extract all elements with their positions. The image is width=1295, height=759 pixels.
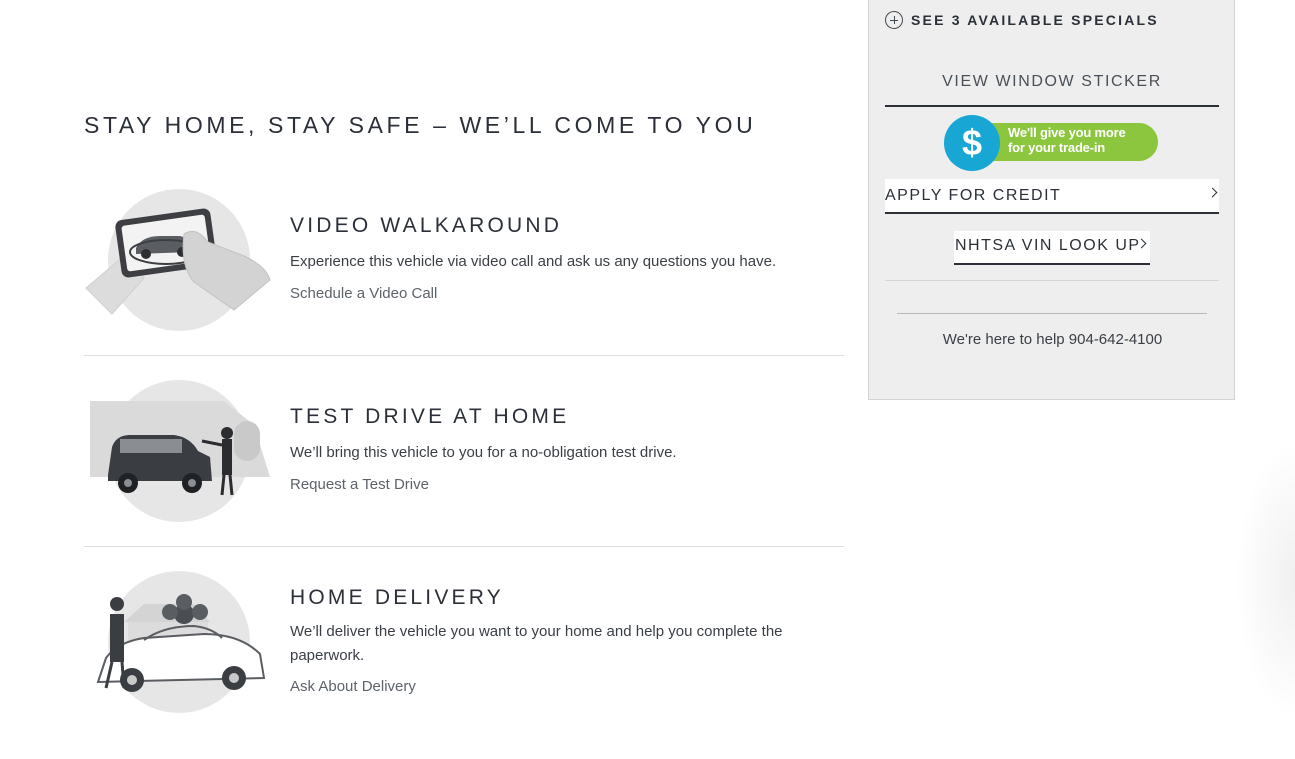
feature-title: HOME DELIVERY	[290, 586, 504, 609]
edge-shadow	[1235, 440, 1295, 720]
feature-description: Experience this vehicle via video call a…	[290, 253, 777, 270]
help-phone-text: We're here to help 904-642-4100	[942, 331, 1163, 348]
request-test-drive-link[interactable]: Request a Test Drive	[290, 476, 429, 493]
dollar-icon: $	[944, 115, 1000, 171]
divider	[84, 546, 844, 547]
divider	[897, 313, 1207, 314]
feature-description: We’ll deliver the vehicle you want to yo…	[290, 623, 783, 664]
divider	[885, 280, 1219, 281]
feature-test-drive: TEST DRIVE AT HOME We’ll bring this vehi…	[84, 377, 844, 527]
trade-in-text: We'll give you more for your trade-in	[1008, 125, 1126, 155]
feature-video-walkaround: VIDEO WALKAROUND Experience this vehicle…	[84, 186, 844, 336]
trade-in-line-2: for your trade-in	[1008, 140, 1105, 155]
apply-for-credit-button[interactable]: APPLY FOR CREDIT	[885, 179, 1219, 214]
chevron-right-icon	[1207, 187, 1218, 198]
trade-in-line-1: We'll give you more	[1008, 125, 1126, 140]
car-with-bow-delivery-icon	[84, 568, 274, 718]
feature-title: TEST DRIVE AT HOME	[290, 405, 570, 428]
view-window-sticker-button[interactable]: VIEW WINDOW STICKER	[885, 69, 1219, 107]
trade-in-banner[interactable]: $ We'll give you more for your trade-in	[944, 115, 1159, 171]
nhtsa-vin-lookup-button[interactable]: NHTSA VIN LOOK UP	[954, 231, 1150, 265]
feature-title: VIDEO WALKAROUND	[290, 214, 563, 237]
video-call-phone-icon	[84, 186, 274, 336]
apply-for-credit-label: APPLY FOR CREDIT	[885, 187, 1062, 204]
feature-home-delivery: HOME DELIVERY We’ll deliver the vehicle …	[84, 568, 844, 728]
plus-circle-icon	[885, 11, 903, 29]
suv-home-test-drive-icon	[84, 377, 274, 527]
page-title: STAY HOME, STAY SAFE – WE’LL COME TO YOU	[84, 112, 757, 138]
feature-description: We’ll bring this vehicle to you for a no…	[290, 444, 677, 461]
specials-label: SEE 3 AVAILABLE SPECIALS	[911, 12, 1159, 28]
vehicle-actions-panel: SEE 3 AVAILABLE SPECIALS VIEW WINDOW STI…	[868, 0, 1235, 400]
divider	[84, 355, 844, 356]
nhtsa-label: NHTSA VIN LOOK UP	[955, 237, 1141, 254]
schedule-video-call-link[interactable]: Schedule a Video Call	[290, 285, 437, 302]
see-specials-button[interactable]: SEE 3 AVAILABLE SPECIALS	[885, 11, 1159, 29]
ask-about-delivery-link[interactable]: Ask About Delivery	[290, 678, 416, 695]
